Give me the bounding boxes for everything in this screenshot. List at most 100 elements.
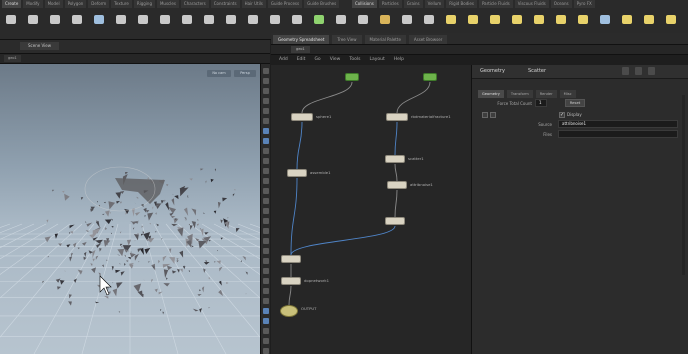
source-field[interactable]: attribnoise1 bbox=[558, 120, 678, 128]
shelf-tab-0[interactable]: Create bbox=[2, 0, 22, 8]
viewport-tool-icon[interactable] bbox=[263, 148, 269, 154]
viewport-tool-icon[interactable] bbox=[263, 198, 269, 204]
shelf-tab-12[interactable]: Guide Brushes bbox=[304, 0, 340, 8]
dynamics-tab-5[interactable]: Particle Fluids bbox=[478, 0, 513, 8]
viewport-tool-icon[interactable] bbox=[263, 228, 269, 234]
network-node[interactable] bbox=[423, 73, 437, 81]
network-node[interactable] bbox=[281, 277, 301, 285]
shelf-tool-button[interactable] bbox=[66, 13, 88, 37]
viewport-tool-icon[interactable] bbox=[263, 188, 269, 194]
viewport-camera-menu[interactable]: Persp bbox=[234, 70, 256, 77]
shelf-tab-9[interactable]: Constraints bbox=[210, 0, 240, 8]
viewport-tool-icon[interactable] bbox=[263, 268, 269, 274]
viewport-tool-icon[interactable] bbox=[263, 158, 269, 164]
shelf-tab-1[interactable]: Modify bbox=[23, 0, 43, 8]
node-name-field[interactable]: Scatter bbox=[528, 68, 546, 74]
viewport-tool-icon[interactable] bbox=[263, 238, 269, 244]
viewport-tool-icon[interactable] bbox=[263, 208, 269, 214]
network-tab-2[interactable]: Material Palette bbox=[364, 35, 406, 44]
shelf-tool-button[interactable] bbox=[176, 13, 198, 37]
network-menu-go[interactable]: Go bbox=[314, 55, 320, 65]
shelf-tab-7[interactable]: Muscles bbox=[156, 0, 179, 8]
shelf-tab-6[interactable]: Rigging bbox=[133, 0, 155, 8]
viewport-tool-icon[interactable] bbox=[263, 178, 269, 184]
viewport-tool-icon[interactable] bbox=[263, 108, 269, 114]
display-flag-checkbox[interactable] bbox=[482, 112, 488, 118]
network-tab-0[interactable]: Geometry Spreadsheet bbox=[273, 35, 330, 44]
dynamics-tab-8[interactable]: Pyro FX bbox=[573, 0, 595, 8]
network-tab-1[interactable]: Tree View bbox=[332, 35, 362, 44]
shelf-tab-5[interactable]: Texture bbox=[111, 0, 132, 8]
network-tab-3[interactable]: Asset Browser bbox=[408, 35, 448, 44]
viewport-tool-icon[interactable] bbox=[263, 88, 269, 94]
network-menu-view[interactable]: View bbox=[330, 55, 341, 65]
viewport-tool-icon[interactable] bbox=[263, 338, 269, 344]
parameter-tab-0[interactable]: Geometry bbox=[478, 90, 504, 98]
network-node[interactable] bbox=[386, 113, 408, 121]
shelf-tab-11[interactable]: Guide Process bbox=[267, 0, 303, 8]
shelf-tool-button[interactable] bbox=[154, 13, 176, 37]
viewport-tool-icon[interactable] bbox=[263, 128, 269, 134]
viewport-tool-icon[interactable] bbox=[263, 78, 269, 84]
dynamics-tab-0[interactable]: Collisions bbox=[352, 0, 377, 8]
network-editor[interactable]: sphere1 assemble1 rbdmaterialfracture1 scat… bbox=[271, 65, 471, 354]
network-node[interactable] bbox=[385, 217, 405, 225]
info-icon[interactable] bbox=[648, 67, 655, 75]
shelf-tool-button[interactable] bbox=[132, 13, 154, 37]
dynamics-tab-3[interactable]: Vellum bbox=[424, 0, 445, 8]
scene-viewport[interactable]: No cam Persp bbox=[0, 64, 260, 354]
viewport-tool-icon[interactable] bbox=[263, 68, 269, 74]
network-node[interactable] bbox=[280, 305, 298, 317]
shelf-tool-button[interactable] bbox=[242, 13, 264, 37]
viewport-tool-icon[interactable] bbox=[263, 328, 269, 334]
parameter-tab-2[interactable]: Render bbox=[535, 90, 557, 98]
network-menu-tools[interactable]: Tools bbox=[349, 55, 360, 65]
dynamics-tab-6[interactable]: Viscous Fluids bbox=[514, 0, 549, 8]
viewport-tool-icon[interactable] bbox=[263, 318, 269, 324]
force-total-count-field[interactable]: 1 bbox=[535, 99, 547, 107]
network-node[interactable] bbox=[287, 169, 307, 177]
reset-button[interactable]: Reset bbox=[565, 99, 585, 107]
files-field[interactable] bbox=[558, 130, 678, 138]
viewport-tool-icon[interactable] bbox=[263, 218, 269, 224]
network-node[interactable] bbox=[291, 113, 313, 121]
network-menu-add[interactable]: Add bbox=[279, 55, 288, 65]
viewport-tool-icon[interactable] bbox=[263, 118, 269, 124]
viewport-tool-icon[interactable] bbox=[263, 278, 269, 284]
shelf-tool-button[interactable] bbox=[22, 13, 44, 37]
network-node[interactable] bbox=[345, 73, 359, 81]
viewport-path-crumb[interactable]: geo1 bbox=[4, 55, 21, 62]
shelf-tool-button[interactable] bbox=[110, 13, 132, 37]
parameter-scrollbar[interactable] bbox=[682, 95, 685, 275]
parameter-tab-3[interactable]: Misc bbox=[559, 90, 576, 98]
render-flag-checkbox[interactable] bbox=[490, 112, 496, 118]
shelf-tab-2[interactable]: Model bbox=[44, 0, 63, 8]
help-icon[interactable] bbox=[635, 67, 642, 75]
shelf-tool-button[interactable] bbox=[0, 13, 22, 37]
network-path-crumb[interactable]: geo1 bbox=[291, 46, 310, 53]
display-checkbox[interactable]: ✓ bbox=[559, 112, 565, 118]
shelf-tab-4[interactable]: Deform bbox=[88, 0, 110, 8]
shelf-tab-8[interactable]: Characters bbox=[180, 0, 209, 8]
dynamics-tab-7[interactable]: Oceans bbox=[550, 0, 572, 8]
gear-icon[interactable] bbox=[622, 67, 629, 75]
network-menu-layout[interactable]: Layout bbox=[369, 55, 384, 65]
dynamics-tab-2[interactable]: Grains bbox=[403, 0, 423, 8]
viewport-tool-icon[interactable] bbox=[263, 138, 269, 144]
shelf-tool-button[interactable] bbox=[88, 13, 110, 37]
dynamics-tab-1[interactable]: Particles bbox=[378, 0, 402, 8]
viewport-tool-icon[interactable] bbox=[263, 308, 269, 314]
network-node[interactable] bbox=[387, 181, 407, 189]
viewport-tool-icon[interactable] bbox=[263, 98, 269, 104]
viewport-tool-icon[interactable] bbox=[263, 348, 269, 354]
shelf-tool-button[interactable] bbox=[44, 13, 66, 37]
dynamics-tab-4[interactable]: Rigid Bodies bbox=[446, 0, 477, 8]
network-menu-help[interactable]: Help bbox=[394, 55, 404, 65]
shelf-tab-3[interactable]: Polygon bbox=[64, 0, 87, 8]
shelf-tool-button[interactable] bbox=[220, 13, 242, 37]
viewport-tool-icon[interactable] bbox=[263, 168, 269, 174]
network-menu-edit[interactable]: Edit bbox=[297, 55, 306, 65]
viewport-tool-icon[interactable] bbox=[263, 288, 269, 294]
shelf-tab-10[interactable]: Hair Utils bbox=[241, 0, 266, 8]
viewport-tool-icon[interactable] bbox=[263, 298, 269, 304]
